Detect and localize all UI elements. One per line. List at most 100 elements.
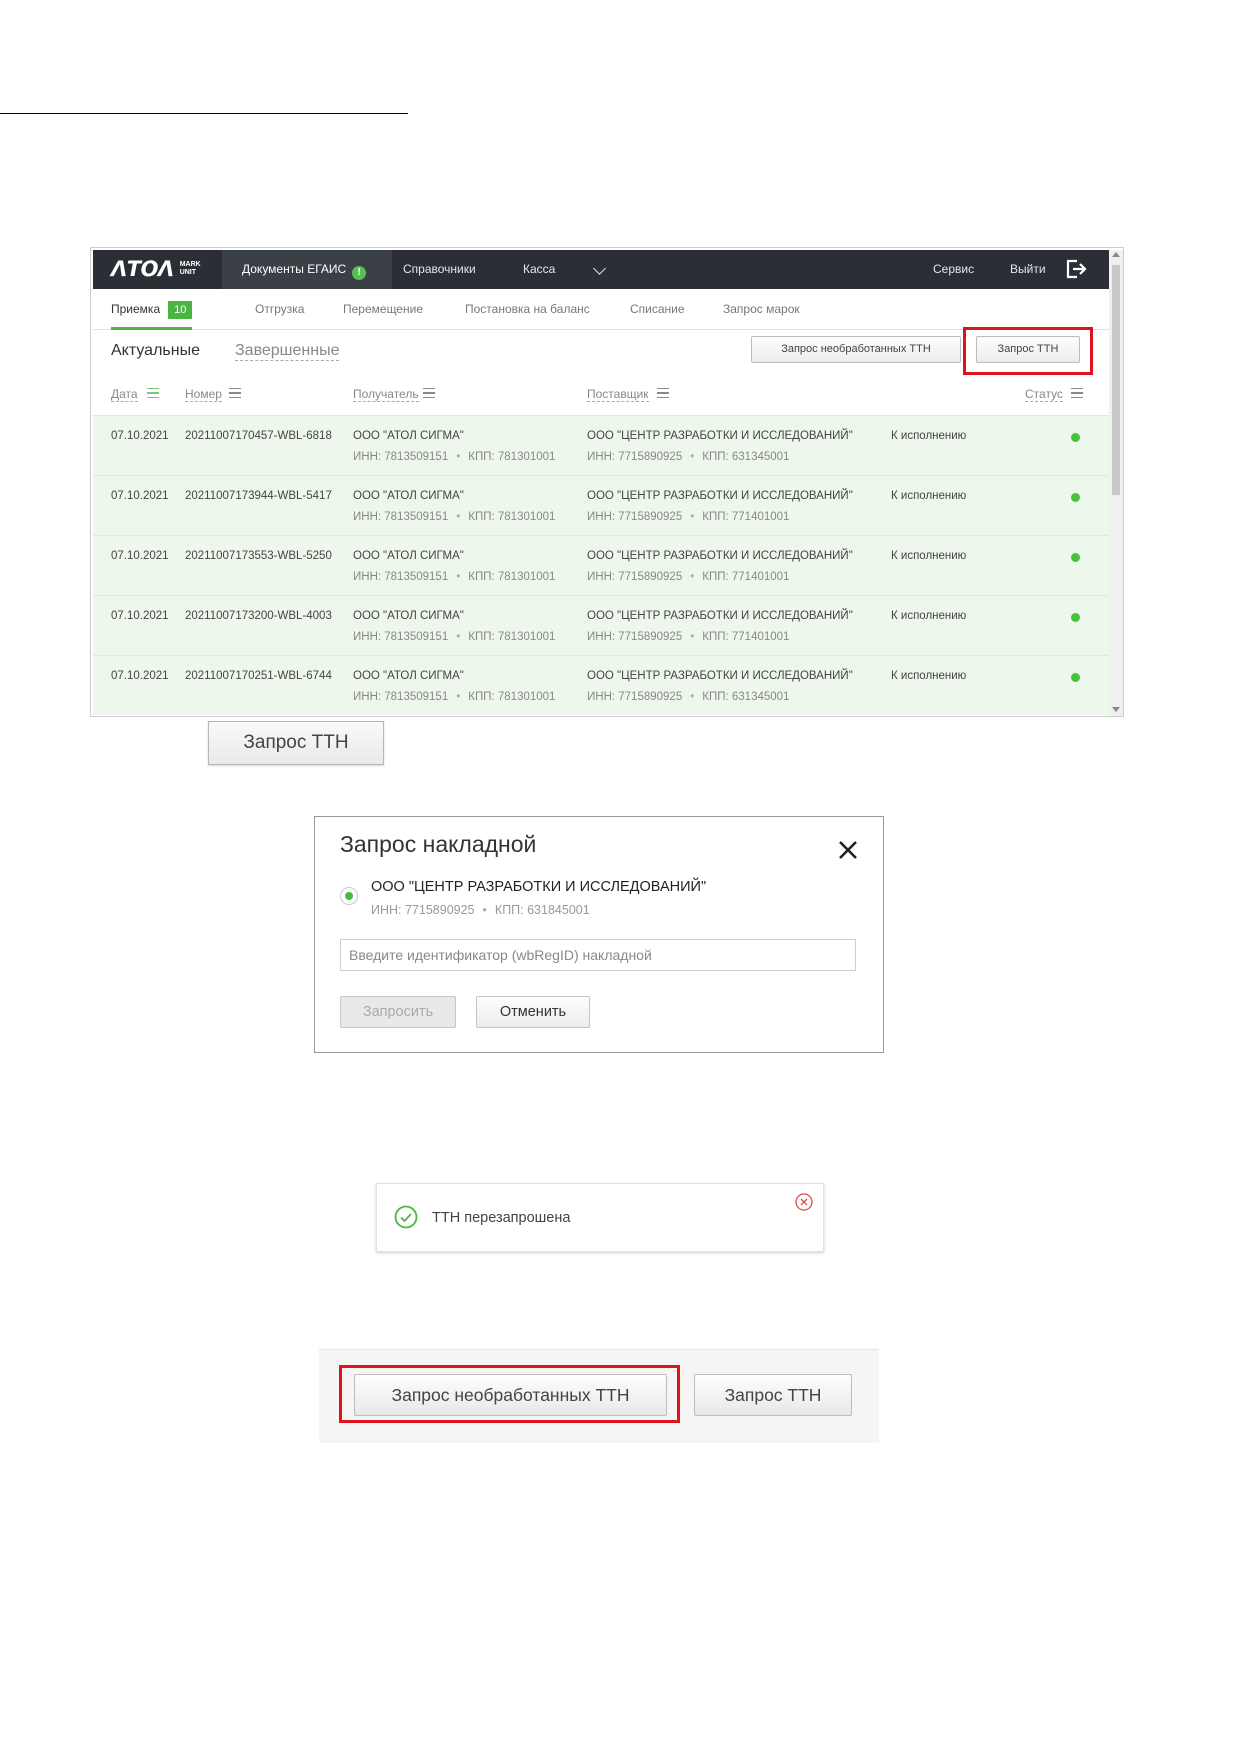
check-circle-icon bbox=[394, 1205, 418, 1229]
table-row[interactable]: 07.10.2021 20211007173944-WBL-5417 ООО "… bbox=[93, 475, 1109, 535]
status-dot bbox=[1071, 493, 1080, 502]
column-status[interactable]: Статус bbox=[1025, 387, 1063, 402]
table-row[interactable]: 07.10.2021 20211007170251-WBL-6744 ООО "… bbox=[93, 655, 1109, 715]
row-status: К исполнению bbox=[891, 670, 967, 682]
row-recipient-details: ИНН: 7813509151 • КПП: 781301001 bbox=[353, 631, 556, 643]
row-supplier-details: ИНН: 7715890925 • КПП: 631345001 bbox=[587, 691, 790, 703]
vertical-scrollbar[interactable] bbox=[1109, 250, 1123, 716]
recipient-inn: ИНН: 7813509151 bbox=[353, 631, 449, 643]
close-circle-icon[interactable] bbox=[795, 1193, 813, 1211]
recipient-inn: ИНН: 7813509151 bbox=[353, 571, 449, 583]
nav-references[interactable]: Справочники bbox=[403, 250, 476, 289]
recipient-inn: ИНН: 7813509151 bbox=[353, 511, 449, 523]
scroll-up-arrow-icon[interactable] bbox=[1112, 252, 1120, 257]
row-recipient-details: ИНН: 7813509151 • КПП: 781301001 bbox=[353, 691, 556, 703]
highlight-frame bbox=[963, 327, 1093, 375]
subnav-balance[interactable]: Постановка на баланс bbox=[465, 289, 590, 330]
recipient-kpp: КПП: 781301001 bbox=[468, 511, 556, 523]
request-unprocessed-tth-button[interactable]: Запрос необработанных ТТН bbox=[751, 336, 961, 363]
scroll-down-arrow-icon[interactable] bbox=[1112, 707, 1120, 712]
recipient-kpp: КПП: 781301001 bbox=[468, 451, 556, 463]
row-number: 20211007173553-WBL-5250 bbox=[185, 550, 332, 562]
row-supplier: ООО "ЦЕНТР РАЗРАБОТКИ И ИССЛЕДОВАНИЙ" bbox=[587, 550, 853, 562]
documents-table-body: 07.10.2021 20211007170457-WBL-6818 ООО "… bbox=[93, 415, 1109, 715]
row-date: 07.10.2021 bbox=[111, 490, 169, 502]
wbregid-input[interactable] bbox=[340, 939, 856, 971]
status-dot bbox=[1071, 613, 1080, 622]
row-number: 20211007173200-WBL-4003 bbox=[185, 610, 332, 622]
row-recipient-details: ИНН: 7813509151 • КПП: 781301001 bbox=[353, 571, 556, 583]
nav-documents-label: Документы ЕГАИС bbox=[242, 262, 347, 276]
success-toast: ТТН перезапрошена bbox=[376, 1183, 824, 1252]
row-supplier-details: ИНН: 7715890925 • КПП: 771401001 bbox=[587, 631, 790, 643]
row-recipient: ООО "АТОЛ СИГМА" bbox=[353, 430, 464, 442]
supplier-kpp: КПП: 631345001 bbox=[702, 691, 790, 703]
cancel-button[interactable]: Отменить bbox=[476, 996, 590, 1028]
column-recipient[interactable]: Получатель bbox=[353, 387, 419, 402]
request-tth-button-large[interactable]: Запрос ТТН bbox=[208, 721, 384, 765]
supplier-inn: ИНН: 7715890925 bbox=[587, 571, 683, 583]
sub-navigation: Приемка 10 Отгрузка Перемещение Постановк… bbox=[93, 289, 1109, 330]
nav-service[interactable]: Сервис bbox=[933, 250, 974, 289]
row-status: К исполнению bbox=[891, 430, 967, 442]
row-supplier-details: ИНН: 7715890925 • КПП: 631345001 bbox=[587, 451, 790, 463]
nav-cashbox[interactable]: Касса bbox=[523, 250, 555, 289]
row-supplier: ООО "ЦЕНТР РАЗРАБОТКИ И ИССЛЕДОВАНИЙ" bbox=[587, 490, 853, 502]
row-number: 20211007173944-WBL-5417 bbox=[185, 490, 332, 502]
toast-message: ТТН перезапрошена bbox=[432, 1210, 571, 1226]
row-recipient-details: ИНН: 7813509151 • КПП: 781301001 bbox=[353, 511, 556, 523]
row-date: 07.10.2021 bbox=[111, 550, 169, 562]
recipient-kpp: КПП: 781301001 bbox=[468, 691, 556, 703]
status-dot bbox=[1071, 433, 1080, 442]
filter-menu-icon[interactable] bbox=[229, 388, 241, 398]
row-status: К исполнению bbox=[891, 490, 967, 502]
subnav-transfer[interactable]: Перемещение bbox=[343, 289, 423, 330]
request-invoice-modal: Запрос накладной ООО "ЦЕНТР РАЗРАБОТКИ И… bbox=[314, 816, 884, 1053]
recipient-inn: ИНН: 7813509151 bbox=[353, 691, 449, 703]
nav-documents-egais[interactable]: Документы ЕГАИС! bbox=[222, 250, 392, 289]
nav-logout[interactable]: Выйти bbox=[1010, 250, 1046, 289]
table-row[interactable]: 07.10.2021 20211007173553-WBL-5250 ООО "… bbox=[93, 535, 1109, 595]
supplier-kpp: КПП: 771401001 bbox=[702, 571, 790, 583]
request-tth-button-strip[interactable]: Запрос ТТН bbox=[694, 1374, 852, 1416]
modal-inn: ИНН: 7715890925 bbox=[371, 903, 475, 917]
column-supplier[interactable]: Поставщик bbox=[587, 387, 649, 402]
row-supplier: ООО "ЦЕНТР РАЗРАБОТКИ И ИССЛЕДОВАНИЙ" bbox=[587, 610, 853, 622]
scroll-thumb[interactable] bbox=[1112, 265, 1120, 495]
filter-menu-icon[interactable] bbox=[657, 388, 669, 398]
subnav-shipment[interactable]: Отгрузка bbox=[255, 289, 304, 330]
subnav-receive[interactable]: Приемка 10 bbox=[111, 289, 193, 330]
logout-icon[interactable] bbox=[1065, 259, 1087, 279]
row-number: 20211007170251-WBL-6744 bbox=[185, 670, 332, 682]
supplier-kpp: КПП: 631345001 bbox=[702, 451, 790, 463]
supplier-kpp: КПП: 771401001 bbox=[702, 631, 790, 643]
supplier-radio[interactable] bbox=[340, 887, 358, 905]
recipient-inn: ИНН: 7813509151 bbox=[353, 451, 449, 463]
subnav-writeoff[interactable]: Списание bbox=[630, 289, 685, 330]
column-date[interactable]: Дата bbox=[111, 387, 138, 402]
highlight-frame bbox=[339, 1365, 680, 1423]
tab-actual[interactable]: Актуальные bbox=[111, 342, 200, 360]
row-recipient: ООО "АТОЛ СИГМА" bbox=[353, 610, 464, 622]
subnav-mark-request[interactable]: Запрос марок bbox=[723, 289, 800, 330]
row-supplier: ООО "ЦЕНТР РАЗРАБОТКИ И ИССЛЕДОВАНИЙ" bbox=[587, 670, 853, 682]
chevron-down-icon[interactable] bbox=[593, 262, 606, 275]
row-recipient: ООО "АТОЛ СИГМА" bbox=[353, 550, 464, 562]
atol-logo: ΛΤΟΛ MARK UNIT bbox=[111, 258, 201, 280]
warning-badge-icon: ! bbox=[352, 266, 367, 280]
filter-menu-icon[interactable] bbox=[423, 388, 435, 398]
column-number[interactable]: Номер bbox=[185, 387, 222, 402]
close-icon[interactable] bbox=[837, 839, 859, 861]
row-supplier-details: ИНН: 7715890925 • КПП: 771401001 bbox=[587, 571, 790, 583]
receive-count-badge: 10 bbox=[168, 301, 193, 319]
submit-request-button[interactable]: Запросить bbox=[340, 996, 456, 1028]
row-status: К исполнению bbox=[891, 550, 967, 562]
table-row[interactable]: 07.10.2021 20211007170457-WBL-6818 ООО "… bbox=[93, 415, 1109, 475]
row-supplier: ООО "ЦЕНТР РАЗРАБОТКИ И ИССЛЕДОВАНИЙ" bbox=[587, 430, 853, 442]
filter-menu-icon[interactable] bbox=[1071, 388, 1083, 398]
table-row[interactable]: 07.10.2021 20211007173200-WBL-4003 ООО "… bbox=[93, 595, 1109, 655]
filter-menu-icon[interactable] bbox=[147, 388, 159, 398]
tab-completed[interactable]: Завершенные bbox=[235, 342, 340, 361]
logo-sub-text: MARK UNIT bbox=[180, 261, 201, 277]
row-date: 07.10.2021 bbox=[111, 430, 169, 442]
